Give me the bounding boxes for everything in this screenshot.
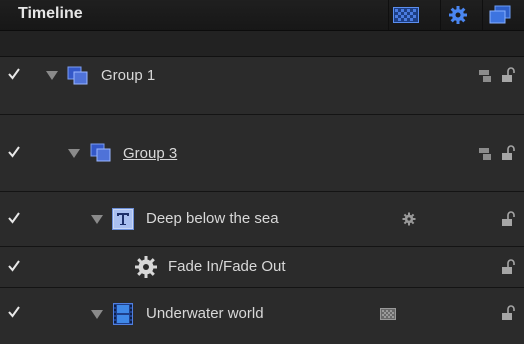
text-layer-icon [112, 208, 134, 230]
group-type-icon [479, 148, 491, 160]
unlock-icon[interactable] [500, 67, 516, 83]
disclosure-triangle-icon[interactable] [91, 310, 103, 319]
group-icon [67, 66, 88, 85]
behavior-gear-icon [402, 212, 416, 226]
film-icon [113, 303, 133, 325]
layer-name: Deep below the sea [146, 210, 279, 227]
checkerboard-icon [393, 7, 419, 23]
behavior-gear-icon [135, 256, 157, 278]
disclosure-triangle-icon[interactable] [91, 215, 103, 224]
layer-row-fade-in-fade-out[interactable]: Fade In/Fade Out [0, 247, 524, 288]
layer-name[interactable]: Group 3 [123, 145, 177, 162]
group-type-icon [479, 70, 491, 82]
group-icon [90, 143, 111, 162]
disclosure-triangle-icon[interactable] [46, 71, 58, 80]
layer-name: Fade In/Fade Out [168, 258, 286, 275]
unlock-icon[interactable] [500, 259, 516, 275]
settings-button[interactable] [440, 0, 475, 30]
unlock-icon[interactable] [500, 211, 516, 227]
unlock-icon[interactable] [500, 305, 516, 321]
checkerboard-icon [380, 308, 396, 320]
layer-row-group-1[interactable]: Group 1 [0, 57, 524, 115]
layer-row-group-3[interactable]: Group 3 [0, 115, 524, 192]
enable-checkbox[interactable] [7, 305, 21, 319]
enable-checkbox[interactable] [7, 145, 21, 159]
column-header-bar [0, 31, 524, 57]
disclosure-triangle-icon[interactable] [68, 149, 80, 158]
layer-row-underwater-world[interactable]: Underwater world [0, 288, 524, 344]
layer-name: Underwater world [146, 305, 264, 322]
checkerboard-button[interactable] [388, 0, 423, 30]
enable-checkbox[interactable] [7, 259, 21, 273]
enable-checkbox[interactable] [7, 211, 21, 225]
layer-name: Group 1 [101, 67, 156, 84]
title-bar: Timeline [0, 0, 524, 31]
layers-icon [489, 5, 511, 24]
layer-row-deep-below-the-sea[interactable]: Deep below the sea [0, 192, 524, 247]
enable-checkbox[interactable] [7, 67, 21, 81]
layers-button[interactable] [482, 0, 517, 30]
gear-icon [449, 6, 467, 24]
panel-title: Timeline [18, 5, 83, 22]
unlock-icon[interactable] [500, 145, 516, 161]
